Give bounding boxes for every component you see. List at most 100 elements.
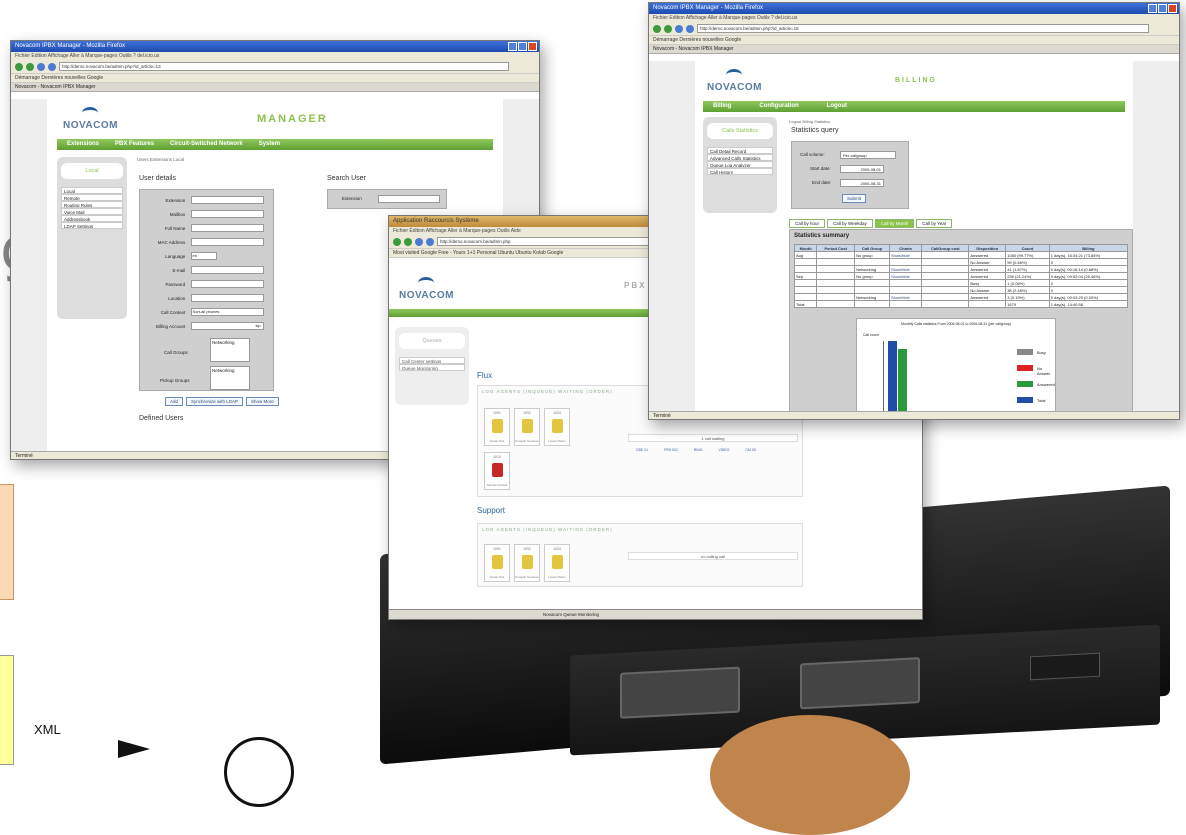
table-cell[interactable]: Show/hide bbox=[889, 251, 923, 259]
agent-name: Ascan Test bbox=[489, 439, 505, 443]
maximize-icon[interactable] bbox=[518, 42, 527, 51]
table-cell bbox=[816, 265, 856, 273]
reload-icon[interactable] bbox=[37, 62, 45, 71]
table-cell: 0 day(s), 00:16:14 (0.68%) bbox=[1048, 265, 1129, 273]
location-field[interactable] bbox=[190, 294, 264, 302]
start-date-field[interactable]: 2006-08-01 bbox=[840, 165, 884, 173]
billing-account-field[interactable]: sip bbox=[190, 322, 264, 330]
reload-icon[interactable] bbox=[415, 237, 423, 246]
mac-address-field[interactable] bbox=[190, 238, 264, 246]
tab-call-by-year[interactable]: Call by Year bbox=[916, 219, 953, 228]
agent-phone[interactable]: 1010 Service Accueil bbox=[484, 452, 510, 490]
nav-logout[interactable]: Logout bbox=[827, 101, 847, 112]
url-bar[interactable]: http://demo.novacom.be/admin.php?id_arti… bbox=[59, 62, 509, 71]
email-field[interactable] bbox=[190, 266, 264, 274]
phone-icon bbox=[552, 419, 563, 433]
mailbox-field[interactable] bbox=[190, 210, 264, 218]
agent-phone[interactable]: 1001 Ascan Test bbox=[484, 544, 510, 582]
table-cell[interactable]: Show/hide bbox=[889, 265, 923, 273]
call-context-select[interactable]: Sort-all phones bbox=[190, 308, 264, 316]
taskbar: Novacom Queue Monitoring bbox=[389, 609, 922, 619]
minimize-icon[interactable] bbox=[1148, 4, 1157, 13]
back-icon[interactable] bbox=[15, 62, 23, 71]
monthly-calls-chart: Monthly Calls statistics From 2006-08-01… bbox=[856, 318, 1056, 419]
password-field[interactable] bbox=[190, 280, 264, 288]
sidebar-item-queue-log[interactable]: Queue Log Analyzer bbox=[707, 161, 773, 168]
search-user-panel: Extension bbox=[327, 189, 447, 209]
forward-icon[interactable] bbox=[664, 24, 672, 33]
tab-call-by-month[interactable]: Call by Month bbox=[874, 219, 915, 228]
end-date-field[interactable]: 2006-08-31 bbox=[840, 179, 884, 187]
sidebar-item-voice-mail[interactable]: Voice Mail bbox=[61, 208, 123, 215]
maximize-icon[interactable] bbox=[1158, 4, 1167, 13]
home-icon[interactable] bbox=[686, 24, 694, 33]
sync-ldap-button[interactable]: Synchronize with LDAP bbox=[186, 397, 244, 406]
agent-phone[interactable]: 1002 Compan Novacom bbox=[514, 544, 540, 582]
sidebar: Calls Statistics Call Detail Record Adva… bbox=[703, 117, 777, 213]
agent-phone[interactable]: 1003 Lionel Chaux bbox=[544, 408, 570, 446]
close-icon[interactable] bbox=[1168, 4, 1177, 13]
url-bar[interactable]: http://demo.novacom.be/admin.php?id_arti… bbox=[697, 24, 1149, 33]
sidebar-item-local[interactable]: Local bbox=[61, 187, 123, 194]
main-nav: Extensions PBX Features Circuit-Switched… bbox=[57, 139, 493, 150]
nav-extensions[interactable]: Extensions bbox=[67, 139, 99, 150]
sidebar-item-cdr[interactable]: Call Detail Record bbox=[707, 147, 773, 154]
table-cell: Answered bbox=[968, 251, 1007, 259]
close-icon[interactable] bbox=[528, 42, 537, 51]
sidebar-item-call-history[interactable]: Call History bbox=[707, 168, 773, 175]
back-icon[interactable] bbox=[393, 237, 401, 246]
sidebar-item-routing-rules[interactable]: Routing Rules bbox=[61, 201, 123, 208]
menu-bar[interactable]: Fichier Edition Affichage Aller à Marque… bbox=[649, 14, 1179, 22]
nav-circuit-switched[interactable]: Circuit-Switched Network bbox=[170, 139, 243, 150]
add-button[interactable]: Add bbox=[165, 397, 184, 406]
table-cell bbox=[793, 293, 818, 301]
forward-icon[interactable] bbox=[404, 237, 412, 246]
table-cell: Answered bbox=[968, 265, 1007, 273]
phone-icon bbox=[552, 555, 563, 569]
nav-billing[interactable]: Billing bbox=[713, 101, 731, 112]
bookmarks-bar[interactable]: Démarrage Dernières nouvelles Google bbox=[11, 74, 539, 83]
extension-field[interactable] bbox=[190, 196, 264, 204]
back-icon[interactable] bbox=[653, 24, 661, 33]
pickup-groups-list[interactable]: Networking bbox=[210, 366, 250, 390]
legend-swatch bbox=[1017, 397, 1033, 403]
bookmarks-bar[interactable]: Démarrage Dernières nouvelles Google bbox=[649, 36, 1179, 45]
sidebar-item-queue-monitoring[interactable]: Queue Monitoring bbox=[399, 364, 465, 371]
tab-call-by-weekday[interactable]: Call by Weekday bbox=[827, 219, 873, 228]
nav-configuration[interactable]: Configuration bbox=[759, 101, 798, 112]
sidebar-header: Queues bbox=[399, 333, 465, 349]
main-nav: Billing Configuration Logout bbox=[703, 101, 1125, 112]
fullname-field[interactable] bbox=[190, 224, 264, 232]
search-extension-field[interactable] bbox=[378, 195, 440, 203]
forward-icon[interactable] bbox=[26, 62, 34, 71]
sidebar-item-advanced-stats[interactable]: Advanced Calls Statistics bbox=[707, 154, 773, 161]
menu-bar[interactable]: Fichier Edition Affichage Aller à Marque… bbox=[11, 52, 539, 60]
home-icon[interactable] bbox=[48, 62, 56, 71]
call-groups-list[interactable]: Networking bbox=[210, 338, 250, 362]
table-cell: Answered bbox=[968, 293, 1007, 301]
nav-system[interactable]: System bbox=[259, 139, 280, 150]
sidebar-item-call-center[interactable]: Call Center settings bbox=[399, 357, 465, 364]
show-more-button[interactable]: Show More bbox=[246, 397, 279, 406]
tab-bar[interactable]: Novacom - Novacom IPBX Manager bbox=[649, 45, 1179, 54]
tab-call-by-hour[interactable]: Call by hour bbox=[789, 219, 826, 228]
legend-swatch bbox=[1017, 365, 1033, 371]
taskbar-item[interactable]: Novacom Queue Monitoring bbox=[543, 612, 599, 617]
tab-bar[interactable]: Novacom - Novacom IPBX Manager bbox=[11, 83, 539, 92]
agent-phone[interactable]: 1002 Compan Novacom bbox=[514, 408, 540, 446]
home-icon[interactable] bbox=[426, 237, 434, 246]
reload-icon[interactable] bbox=[675, 24, 683, 33]
agent-phone[interactable]: 1003 Lionel Chaux bbox=[544, 544, 570, 582]
minimize-icon[interactable] bbox=[508, 42, 517, 51]
submit-button[interactable]: Submit bbox=[842, 194, 867, 203]
sidebar-item-ldap[interactable]: LDAP Settings bbox=[61, 222, 123, 229]
table-cell[interactable]: Show/hide bbox=[889, 293, 923, 301]
table-cell[interactable]: Show/hide bbox=[889, 272, 923, 280]
table-cell: No group bbox=[854, 272, 891, 280]
agent-phone[interactable]: 1001 Ascan Test bbox=[484, 408, 510, 446]
nav-pbx-features[interactable]: PBX Features bbox=[115, 139, 154, 150]
call-volume-select[interactable]: Per callgroup bbox=[840, 151, 896, 159]
sidebar-item-remote[interactable]: Remote bbox=[61, 194, 123, 201]
language-select[interactable]: en bbox=[190, 252, 218, 260]
sidebar-item-addressbook[interactable]: Addressbook bbox=[61, 215, 123, 222]
